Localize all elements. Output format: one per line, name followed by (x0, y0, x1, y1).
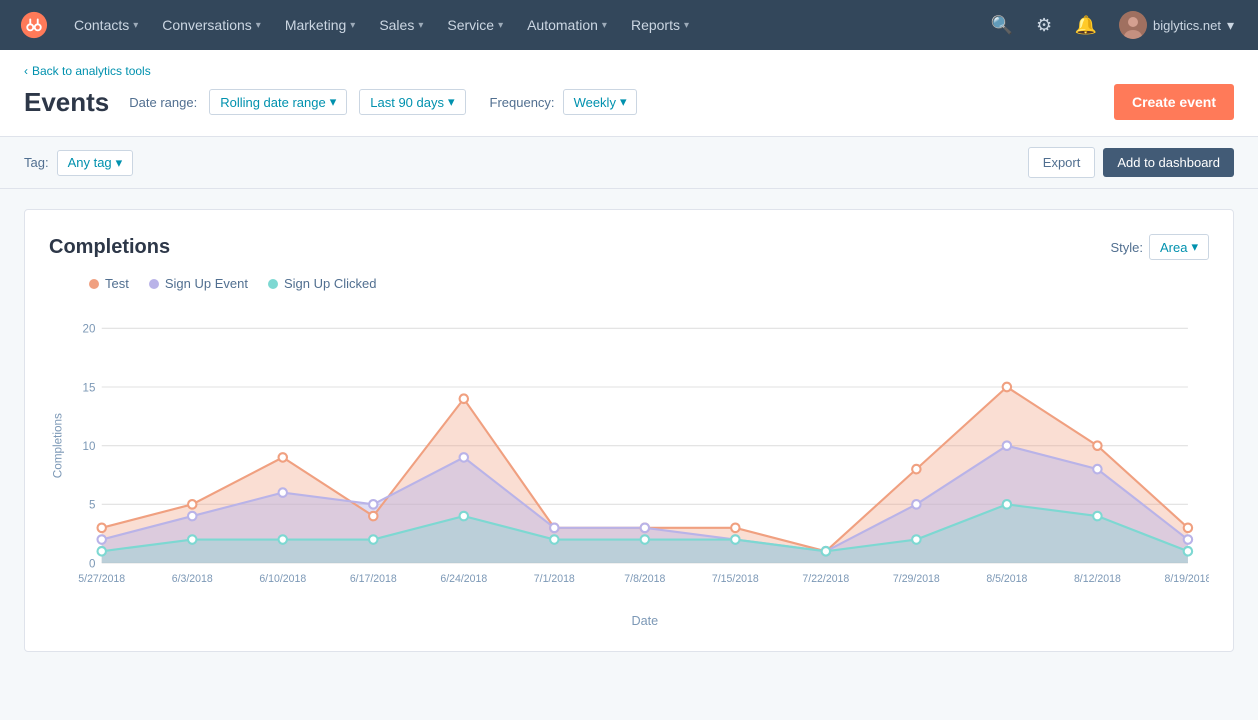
svg-text:6/17/2018: 6/17/2018 (350, 573, 397, 585)
back-link[interactable]: ‹ Back to analytics tools (24, 64, 151, 78)
hubspot-logo[interactable] (16, 7, 52, 43)
date-range-label: Date range: (129, 95, 197, 110)
nav-service[interactable]: Service ▾ (437, 11, 513, 39)
nav-contacts[interactable]: Contacts ▾ (64, 11, 148, 39)
chevron-down-icon: ▾ (330, 94, 337, 110)
filter-group: Date range: Rolling date range ▾ Last 90… (129, 89, 637, 115)
toolbar-actions: Export Add to dashboard (1028, 147, 1234, 178)
chevron-down-icon: ▾ (448, 94, 455, 110)
chevron-left-icon: ‹ (24, 64, 28, 78)
style-selector: Style: Area ▾ (1110, 234, 1209, 260)
page-title: Events (24, 87, 109, 118)
svg-text:7/29/2018: 7/29/2018 (893, 573, 940, 585)
chart-area: 0 5 10 15 20 Completions 5/27/2018 6/3/20… (49, 307, 1209, 627)
svg-text:20: 20 (83, 323, 96, 336)
chevron-down-icon: ▾ (602, 20, 607, 31)
nav-marketing[interactable]: Marketing ▾ (275, 11, 366, 39)
search-button[interactable]: 🔍 (985, 8, 1019, 42)
svg-text:5: 5 (89, 499, 95, 512)
svg-text:8/19/2018: 8/19/2018 (1164, 573, 1209, 585)
subheader-left: Events Date range: Rolling date range ▾ … (24, 87, 637, 118)
svg-text:8/5/2018: 8/5/2018 (986, 573, 1027, 585)
notifications-button[interactable]: 🔔 (1069, 8, 1103, 42)
chevron-down-icon: ▾ (498, 20, 503, 31)
last-days-dropdown[interactable]: Last 90 days ▾ (359, 89, 465, 115)
svg-text:8/12/2018: 8/12/2018 (1074, 573, 1121, 585)
nav-right-actions: 🔍 ⚙ 🔔 biglytics.net ▾ (985, 7, 1242, 43)
svg-text:7/22/2018: 7/22/2018 (802, 573, 849, 585)
chevron-down-icon: ▾ (1227, 17, 1234, 34)
top-navigation: Contacts ▾ Conversations ▾ Marketing ▾ S… (0, 0, 1258, 50)
svg-text:Completions: Completions (52, 413, 65, 478)
frequency-label: Frequency: (490, 95, 555, 110)
chevron-down-icon: ▾ (684, 20, 689, 31)
toolbar: Tag: Any tag ▾ Export Add to dashboard (0, 137, 1258, 189)
svg-text:Date: Date (631, 613, 658, 627)
frequency-dropdown[interactable]: Weekly ▾ (563, 89, 638, 115)
date-range-dropdown[interactable]: Rolling date range ▾ (209, 89, 347, 115)
svg-text:7/8/2018: 7/8/2018 (624, 573, 665, 585)
account-name: biglytics.net (1153, 18, 1221, 33)
style-dropdown[interactable]: Area ▾ (1149, 234, 1209, 260)
svg-text:5/27/2018: 5/27/2018 (78, 573, 125, 585)
nav-automation[interactable]: Automation ▾ (517, 11, 617, 39)
legend-dot-test (89, 279, 99, 289)
nav-reports[interactable]: Reports ▾ (621, 11, 699, 39)
frequency-group: Frequency: Weekly ▾ (490, 89, 638, 115)
export-button[interactable]: Export (1028, 147, 1096, 178)
nav-conversations[interactable]: Conversations ▾ (152, 11, 271, 39)
chart-container: Completions Style: Area ▾ Test Sign Up E… (24, 209, 1234, 652)
svg-text:6/10/2018: 6/10/2018 (259, 573, 306, 585)
subheader-row: Events Date range: Rolling date range ▾ … (24, 84, 1234, 120)
svg-text:0: 0 (89, 557, 96, 570)
svg-text:6/24/2018: 6/24/2018 (440, 573, 487, 585)
user-menu[interactable]: biglytics.net ▾ (1111, 7, 1242, 43)
chevron-down-icon: ▾ (1191, 239, 1198, 255)
page-subheader: ‹ Back to analytics tools Events Date ra… (0, 50, 1258, 137)
nav-sales[interactable]: Sales ▾ (369, 11, 433, 39)
svg-text:6/3/2018: 6/3/2018 (172, 573, 213, 585)
chevron-down-icon: ▾ (133, 20, 138, 31)
tag-filter-group: Tag: Any tag ▾ (24, 150, 133, 176)
tag-dropdown[interactable]: Any tag ▾ (57, 150, 134, 176)
legend-signup-event: Sign Up Event (149, 276, 248, 291)
style-label: Style: (1110, 240, 1143, 255)
svg-text:7/1/2018: 7/1/2018 (534, 573, 575, 585)
svg-text:15: 15 (83, 381, 96, 394)
legend-dot-signup-clicked (268, 279, 278, 289)
chart-header: Completions Style: Area ▾ (49, 234, 1209, 260)
settings-button[interactable]: ⚙ (1027, 8, 1061, 42)
chevron-down-icon: ▾ (256, 20, 261, 31)
legend-signup-clicked: Sign Up Clicked (268, 276, 377, 291)
create-event-button[interactable]: Create event (1114, 84, 1234, 120)
tag-label: Tag: (24, 155, 49, 170)
svg-text:7/15/2018: 7/15/2018 (712, 573, 759, 585)
legend-test: Test (89, 276, 129, 291)
svg-text:10: 10 (83, 440, 96, 453)
chevron-down-icon: ▾ (350, 20, 355, 31)
chevron-down-icon: ▾ (418, 20, 423, 31)
chart-title: Completions (49, 236, 170, 259)
add-to-dashboard-button[interactable]: Add to dashboard (1103, 148, 1234, 177)
chevron-down-icon: ▾ (116, 155, 123, 171)
chevron-down-icon: ▾ (620, 94, 627, 110)
avatar (1119, 11, 1147, 39)
chart-legend: Test Sign Up Event Sign Up Clicked (49, 276, 1209, 291)
chart-svg: 0 5 10 15 20 Completions 5/27/2018 6/3/20… (49, 307, 1209, 627)
legend-dot-signup-event (149, 279, 159, 289)
